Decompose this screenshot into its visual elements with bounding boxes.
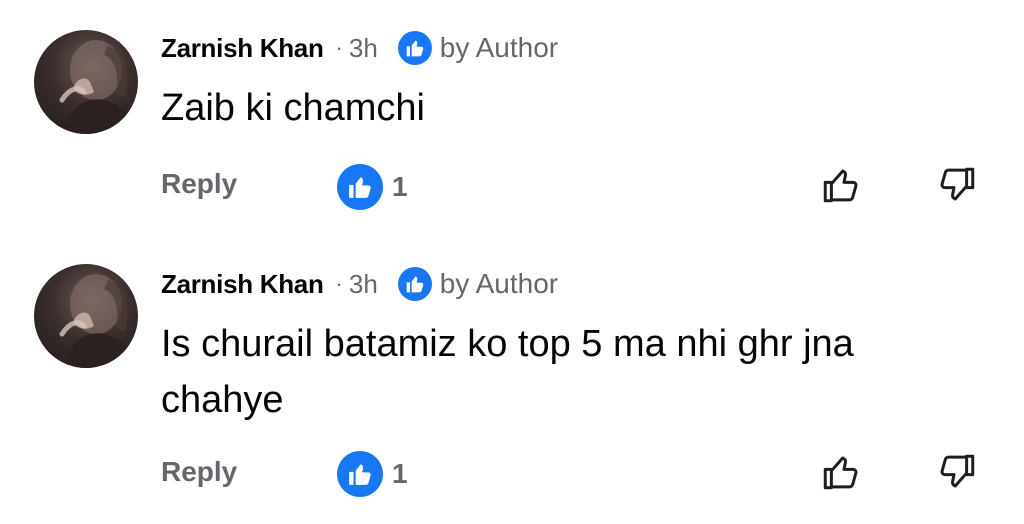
separator-dot: · bbox=[335, 271, 343, 296]
thumbs-down-outline-icon bbox=[940, 167, 975, 201]
timestamp[interactable]: 3h bbox=[349, 33, 378, 64]
avatar[interactable] bbox=[34, 264, 138, 368]
comment-header: Zarnish Khan · 3h by Author bbox=[161, 264, 558, 304]
author-like-indicator: by Author bbox=[397, 267, 559, 301]
reaction-summary[interactable]: 1 bbox=[337, 451, 408, 497]
downvote-button[interactable] bbox=[934, 449, 980, 495]
author-name[interactable]: Zarnish Khan bbox=[161, 33, 324, 64]
thumbs-up-icon bbox=[337, 451, 383, 497]
separator-dot: · bbox=[335, 35, 343, 60]
thumbs-down-outline-icon bbox=[940, 454, 975, 488]
thumbs-up-outline-icon bbox=[823, 169, 858, 203]
comment-text: Is churail batamiz ko top 5 ma nhi ghr j… bbox=[161, 323, 854, 421]
reply-button[interactable]: Reply bbox=[161, 168, 237, 200]
thumbs-up-icon bbox=[397, 267, 432, 301]
reply-button[interactable]: Reply bbox=[161, 456, 237, 488]
reaction-count: 1 bbox=[392, 171, 408, 202]
upvote-button[interactable] bbox=[818, 162, 864, 208]
comment-header: Zarnish Khan · 3h by Author bbox=[161, 28, 558, 68]
downvote-button[interactable] bbox=[934, 162, 980, 208]
upvote-button[interactable] bbox=[818, 449, 864, 495]
comment-text: Zaib ki chamchi bbox=[161, 87, 425, 129]
thumbs-up-outline-icon bbox=[823, 456, 858, 490]
reaction-count: 1 bbox=[392, 458, 408, 489]
avatar[interactable] bbox=[34, 30, 138, 134]
author-like-indicator: by Author bbox=[397, 31, 559, 65]
author-name[interactable]: Zarnish Khan bbox=[161, 269, 324, 300]
liked-by-label: by Author bbox=[439, 32, 559, 63]
thumbs-up-icon bbox=[397, 31, 432, 65]
liked-by-label: by Author bbox=[439, 268, 559, 299]
timestamp[interactable]: 3h bbox=[349, 269, 378, 300]
thumbs-up-icon bbox=[337, 164, 383, 210]
reaction-summary[interactable]: 1 bbox=[337, 164, 408, 210]
